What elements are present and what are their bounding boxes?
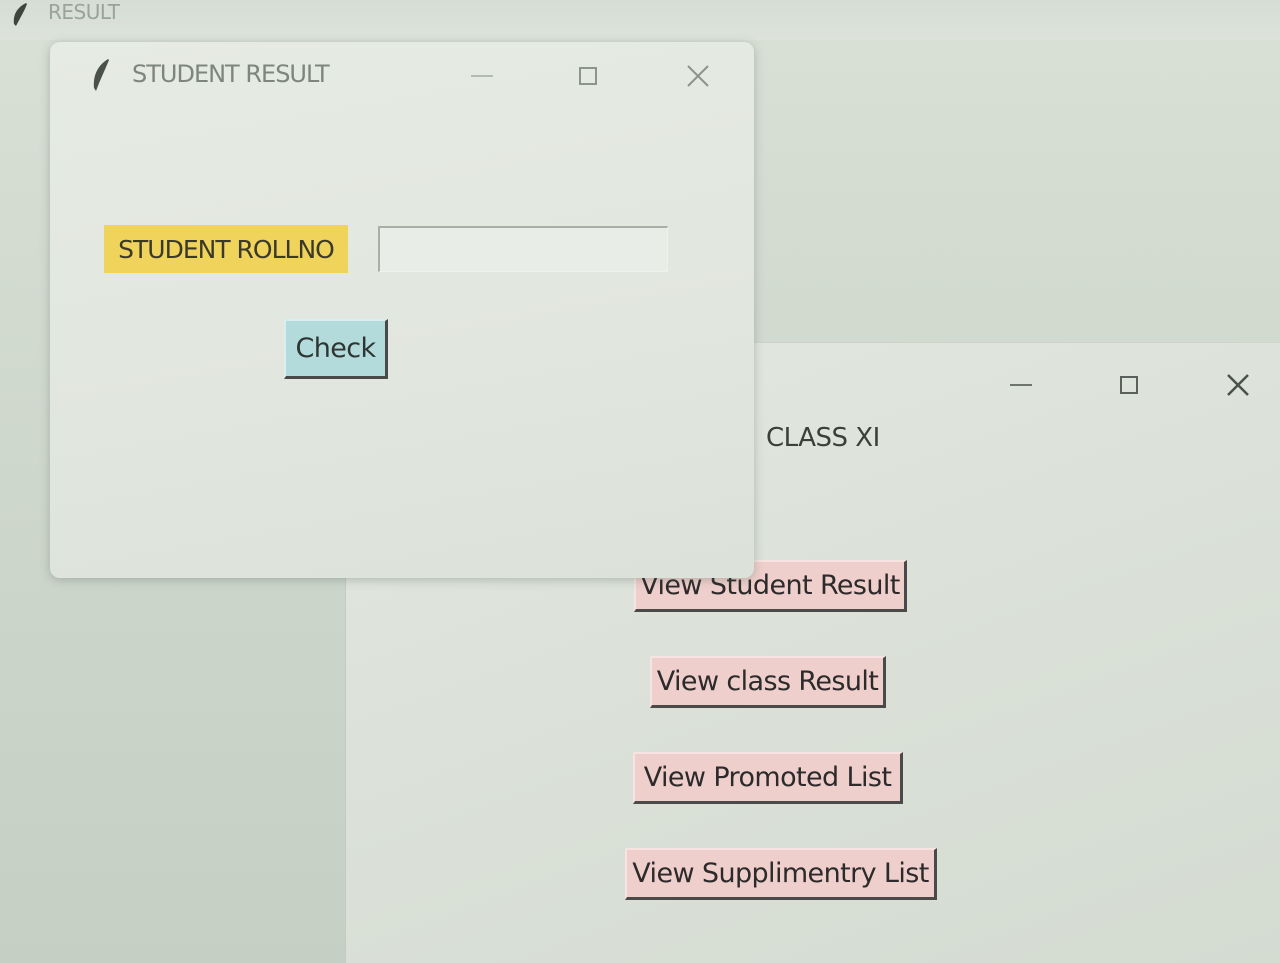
check-button[interactable]: Check <box>284 319 388 379</box>
student-result-window: STUDENT RESULT STUDENT ROLLNO Check <box>50 42 754 578</box>
student-window-title: STUDENT RESULT <box>132 60 330 88</box>
background-window-titlebar: RESULT <box>0 0 1280 40</box>
feather-icon <box>93 59 109 91</box>
close-icon <box>687 65 709 87</box>
maximize-button[interactable] <box>1109 367 1149 403</box>
minimize-icon <box>1010 384 1032 386</box>
minimize-button[interactable] <box>1001 367 1041 403</box>
maximize-icon <box>1120 376 1138 394</box>
minimize-icon <box>471 75 493 77</box>
view-supplimentry-list-button[interactable]: View Supplimentry List <box>625 848 937 900</box>
view-class-result-button[interactable]: View class Result <box>650 656 886 708</box>
feather-icon <box>13 3 27 26</box>
minimize-button[interactable] <box>462 58 502 94</box>
maximize-icon <box>579 67 597 85</box>
student-rollno-label: STUDENT ROLLNO <box>104 225 348 273</box>
close-button[interactable] <box>1218 367 1258 403</box>
maximize-button[interactable] <box>568 58 608 94</box>
class-heading: CLASS XI <box>766 423 880 453</box>
close-icon <box>1227 374 1249 396</box>
close-button[interactable] <box>678 58 718 94</box>
background-window-title: RESULT <box>48 0 120 24</box>
view-promoted-list-button[interactable]: View Promoted List <box>633 752 903 804</box>
student-rollno-input[interactable] <box>378 226 668 272</box>
